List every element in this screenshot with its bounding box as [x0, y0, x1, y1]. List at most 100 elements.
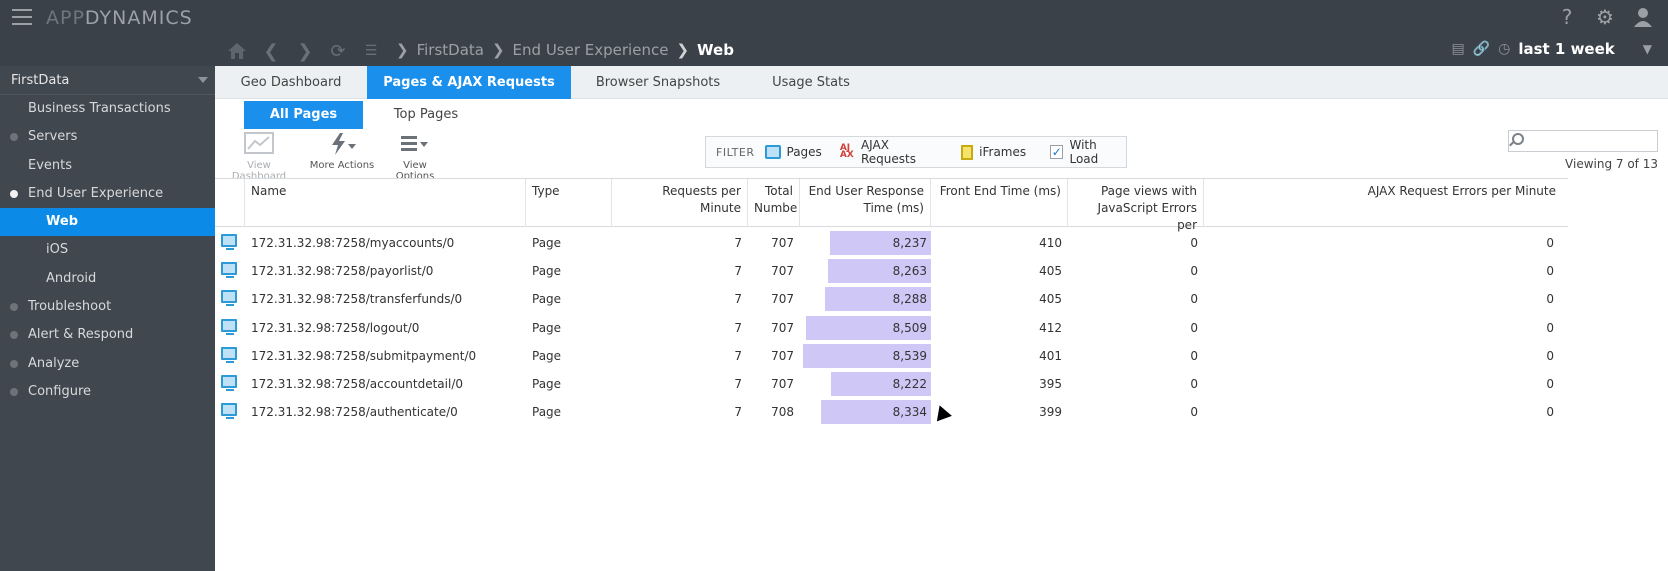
view-dashboard-button[interactable]: View Dashboard [221, 132, 297, 182]
breadcrumb-item-firstdata[interactable]: FirstData [417, 41, 484, 59]
checkbox-checked-icon[interactable]: ✓ [1050, 145, 1064, 159]
cell-name[interactable]: 172.31.32.98:7258/authenticate/0 [251, 398, 526, 426]
chart-icon [221, 132, 297, 160]
filter-pages-label: Pages [786, 145, 822, 159]
menu-icon[interactable] [12, 9, 32, 25]
cell-requests-per-minute: 7 [734, 405, 742, 420]
cell-name[interactable]: 172.31.32.98:7258/accountdetail/0 [251, 370, 526, 398]
filter-ajax-label: AJAX Requests [860, 138, 916, 166]
refresh-icon[interactable]: ⟳ [327, 40, 349, 62]
chevron-down-icon [198, 77, 208, 83]
main-content: Geo Dashboard Pages & AJAX Requests Brow… [215, 66, 1668, 571]
sidebar-item-business-transactions[interactable]: Business Transactions [0, 95, 215, 123]
chevron-right-icon: ❯ [676, 41, 690, 59]
cell-name[interactable]: 172.31.32.98:7258/transferfunds/0 [251, 285, 526, 313]
table-header: Name Type Requests per Minute Total Numb… [215, 178, 1568, 232]
table-row[interactable]: 172.31.32.98:7258/accountdetail/0 Page 7 70… [215, 370, 1568, 398]
bullet-icon [10, 331, 18, 340]
chevron-down-icon[interactable]: ▼ [1643, 42, 1652, 56]
subtab-all-pages[interactable]: All Pages [244, 101, 363, 129]
cell-name[interactable]: 172.31.32.98:7258/myaccounts/0 [251, 229, 526, 257]
home-icon[interactable] [226, 40, 248, 62]
subtab-top-pages[interactable]: Top Pages [375, 101, 477, 129]
table-row[interactable]: 172.31.32.98:7258/transferfunds/0 Page 7 70… [215, 285, 1568, 313]
sidebar-item-analyze[interactable]: Analyze [0, 350, 215, 378]
filter-ajax-requests[interactable]: AJ AX AJAX Requests [840, 138, 943, 166]
lightning-icon [309, 132, 375, 160]
search-input[interactable] [1529, 132, 1654, 150]
page-monitor-icon [221, 318, 237, 335]
page-monitor-icon [221, 262, 237, 279]
gear-icon[interactable]: ⚙ [1594, 5, 1616, 29]
tab-pages-ajax-requests[interactable]: Pages & AJAX Requests [367, 66, 571, 99]
cell-name[interactable]: 172.31.32.98:7258/logout/0 [251, 314, 526, 342]
cell-ajax-errors: 0 [1546, 405, 1554, 420]
link-icon[interactable]: 🔗 [1473, 41, 1490, 57]
sidebar-item-alert-respond[interactable]: Alert & Respond [0, 321, 215, 349]
cell-type: Page [532, 320, 562, 335]
cell-js-errors: 0 [1190, 405, 1198, 420]
cell-total-number: 707 [771, 292, 794, 307]
table-row[interactable]: 172.31.32.98:7258/myaccounts/0 Page 7 707 8,… [215, 229, 1568, 257]
help-icon[interactable]: ? [1556, 5, 1578, 29]
cell-type: Page [532, 292, 562, 307]
filter-pages[interactable]: Pages [764, 145, 822, 159]
bullet-icon [10, 189, 18, 198]
breadcrumb-item-end-user-experience[interactable]: End User Experience [513, 41, 669, 59]
table-row[interactable]: 172.31.32.98:7258/authenticate/0 Page 7 708… [215, 398, 1568, 426]
user-icon[interactable] [1632, 6, 1654, 28]
column-header-total-number[interactable]: Total Numbe [748, 179, 800, 227]
column-header-icon [215, 179, 245, 227]
view-options-button[interactable]: View Options [383, 132, 447, 182]
list-icon[interactable]: ☰ [360, 40, 382, 62]
viewing-count: Viewing 7 of 13 [1565, 157, 1658, 171]
sidebar-item-label: Configure [28, 383, 92, 399]
cell-name[interactable]: 172.31.32.98:7258/submitpayment/0 [251, 342, 526, 370]
table-row[interactable]: 172.31.32.98:7258/submitpayment/0 Page 7 70… [215, 342, 1568, 370]
column-header-front-end-time[interactable]: Front End Time (ms) [931, 179, 1068, 227]
column-header-ajax-errors[interactable]: AJAX Request Errors per Minute [1204, 179, 1562, 227]
cell-front-end-time: 395 [1039, 377, 1062, 391]
column-header-name[interactable]: Name [245, 179, 526, 227]
sidebar-item-troubleshoot[interactable]: Troubleshoot [0, 293, 215, 321]
cell-total-number: 707 [771, 377, 794, 391]
breadcrumb-current: Web [697, 41, 734, 59]
more-actions-button[interactable]: More Actions [309, 132, 375, 171]
tab-usage-stats[interactable]: Usage Stats [761, 66, 861, 99]
app-window: APPDYNAMICS ? ⚙ ❮ ❯ ⟳ ☰ ❯ FirstData ❯ En… [0, 0, 1668, 571]
cell-js-errors: 0 [1190, 377, 1198, 391]
tab-geo-dashboard[interactable]: Geo Dashboard [215, 66, 367, 99]
column-header-js-errors[interactable]: Page views with JavaScript Errors per [1068, 179, 1204, 232]
cell-name[interactable]: 172.31.32.98:7258/payorlist/0 [251, 257, 526, 285]
filter-with-load[interactable]: ✓ With Load [1050, 138, 1126, 166]
tab-browser-snapshots[interactable]: Browser Snapshots [585, 66, 731, 99]
application-name: FirstData [11, 73, 70, 88]
sidebar-item-ios[interactable]: iOS [0, 236, 215, 264]
sidebar-item-label: Analyze [28, 355, 80, 371]
top-bar: APPDYNAMICS ? ⚙ ❮ ❯ ⟳ ☰ ❯ FirstData ❯ En… [0, 0, 1668, 66]
time-range-selector[interactable]: ▤ 🔗 ◷ last 1 week ▼ [1451, 40, 1652, 58]
sidebar-item-web[interactable]: Web [0, 208, 215, 237]
filter-iframes[interactable]: iFrames [961, 144, 1026, 160]
sidebar-item-label: Alert & Respond [28, 327, 134, 343]
forward-icon[interactable]: ❯ [294, 40, 316, 62]
table-row[interactable]: 172.31.32.98:7258/logout/0 Page 7 707 8,509 4… [215, 314, 1568, 342]
sidebar-item-label: Servers [28, 129, 78, 145]
sidebar-item-configure[interactable]: Configure [0, 378, 215, 406]
sidebar-item-android[interactable]: Android [0, 265, 215, 293]
table-row[interactable]: 172.31.32.98:7258/payorlist/0 Page 7 707 8,2… [215, 257, 1568, 285]
cell-ajax-errors: 0 [1546, 320, 1554, 335]
back-icon[interactable]: ❮ [260, 40, 282, 62]
cell-total-number: 707 [771, 348, 794, 363]
application-selector[interactable]: FirstData [0, 66, 215, 95]
column-header-end-user-response-time[interactable]: End User Response Time (ms) [800, 179, 931, 227]
monitor-icon [764, 145, 781, 159]
cell-end-user-response-time: 8,539 [892, 348, 927, 363]
column-header-requests-per-minute[interactable]: Requests per Minute [612, 179, 748, 227]
column-header-type[interactable]: Type [526, 179, 612, 227]
sidebar-item-servers[interactable]: Servers [0, 123, 215, 151]
sidebar-item-events[interactable]: Events [0, 152, 215, 180]
sidebar-item-end-user-experience[interactable]: End User Experience [0, 180, 215, 208]
page-monitor-icon [221, 290, 237, 307]
report-icon[interactable]: ▤ [1451, 41, 1464, 57]
